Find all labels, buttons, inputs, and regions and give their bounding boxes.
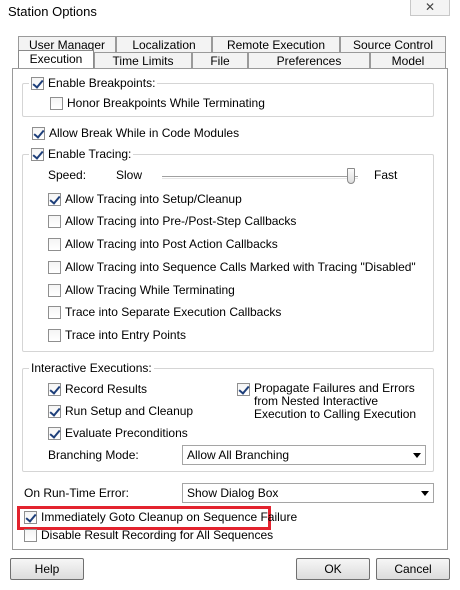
trace-terminating-box[interactable] bbox=[48, 283, 61, 297]
goto-cleanup-checkbox[interactable]: Immediately Goto Cleanup on Sequence Fai… bbox=[24, 510, 297, 524]
branching-mode-select[interactable]: Allow All Branching bbox=[182, 445, 426, 465]
tracing-group: Enable Tracing: bbox=[22, 147, 434, 352]
speed-slider-track[interactable] bbox=[162, 176, 358, 179]
chevron-down-icon bbox=[413, 453, 421, 458]
trace-terminating-label: Allow Tracing While Terminating bbox=[65, 283, 235, 297]
enable-breakpoints-box[interactable] bbox=[31, 76, 44, 90]
trace-option-terminating[interactable]: Allow Tracing While Terminating bbox=[48, 283, 235, 297]
enable-tracing-checkbox[interactable]: Enable Tracing: bbox=[29, 147, 134, 161]
disable-recording-checkbox[interactable]: Disable Result Recording for All Sequenc… bbox=[24, 528, 273, 542]
title-bar: Station Options ✕ bbox=[0, 0, 460, 24]
record-results-label: Record Results bbox=[65, 382, 148, 396]
trace-pre-post-label: Allow Tracing into Pre-/Post-Step Callba… bbox=[65, 214, 297, 228]
trace-entry-points-box[interactable] bbox=[48, 328, 61, 342]
enable-tracing-label: Enable Tracing: bbox=[48, 147, 132, 161]
chevron-down-icon bbox=[421, 491, 429, 496]
cancel-button[interactable]: Cancel bbox=[376, 558, 450, 580]
allow-break-box[interactable] bbox=[32, 126, 45, 140]
window-title: Station Options bbox=[8, 4, 97, 19]
trace-option-entry-points[interactable]: Trace into Entry Points bbox=[48, 328, 186, 342]
trace-option-separate-callbacks[interactable]: Trace into Separate Execution Callbacks bbox=[48, 305, 281, 319]
evaluate-preconditions-label: Evaluate Preconditions bbox=[65, 426, 188, 440]
run-setup-cleanup-label: Run Setup and Cleanup bbox=[65, 404, 194, 418]
trace-option-pre-post[interactable]: Allow Tracing into Pre-/Post-Step Callba… bbox=[48, 214, 296, 228]
record-results-checkbox[interactable]: Record Results bbox=[48, 382, 147, 396]
close-button[interactable]: ✕ bbox=[410, 0, 450, 16]
trace-option-setup-cleanup[interactable]: Allow Tracing into Setup/Cleanup bbox=[48, 192, 242, 206]
speed-label: Speed: bbox=[48, 168, 87, 182]
disable-recording-box[interactable] bbox=[24, 528, 37, 542]
branching-mode-value: Allow All Branching bbox=[187, 448, 290, 462]
trace-post-action-label: Allow Tracing into Post Action Callbacks bbox=[65, 237, 278, 251]
help-button[interactable]: Help bbox=[10, 558, 84, 580]
goto-cleanup-box[interactable] bbox=[24, 510, 37, 524]
honor-breakpoints-box[interactable] bbox=[50, 96, 63, 110]
trace-option-sequence-calls[interactable]: Allow Tracing into Sequence Calls Marked… bbox=[48, 260, 416, 274]
goto-cleanup-label: Immediately Goto Cleanup on Sequence Fai… bbox=[41, 510, 298, 524]
trace-separate-callbacks-box[interactable] bbox=[48, 305, 61, 319]
honor-breakpoints-label: Honor Breakpoints While Terminating bbox=[67, 96, 265, 110]
runtime-error-select[interactable]: Show Dialog Box bbox=[182, 483, 434, 503]
enable-breakpoints-checkbox[interactable]: Enable Breakpoints: bbox=[29, 76, 158, 90]
speed-slow-label: Slow bbox=[116, 168, 143, 182]
trace-separate-callbacks-label: Trace into Separate Execution Callbacks bbox=[65, 305, 282, 319]
trace-setup-cleanup-label: Allow Tracing into Setup/Cleanup bbox=[65, 192, 242, 206]
enable-breakpoints-label: Enable Breakpoints: bbox=[48, 76, 156, 90]
tab-execution[interactable]: Execution bbox=[18, 50, 94, 70]
enable-tracing-box[interactable] bbox=[31, 147, 44, 161]
evaluate-preconditions-box[interactable] bbox=[48, 426, 61, 440]
propagate-failures-label: Propagate Failures and Errors from Neste… bbox=[254, 381, 417, 421]
speed-fast-label: Fast bbox=[374, 168, 398, 182]
allow-break-checkbox[interactable]: Allow Break While in Code Modules bbox=[32, 126, 239, 140]
trace-option-post-action[interactable]: Allow Tracing into Post Action Callbacks bbox=[48, 237, 278, 251]
runtime-error-label: On Run-Time Error: bbox=[24, 486, 129, 500]
evaluate-preconditions-checkbox[interactable]: Evaluate Preconditions bbox=[48, 426, 188, 440]
allow-break-label: Allow Break While in Code Modules bbox=[49, 126, 240, 140]
disable-recording-label: Disable Result Recording for All Sequenc… bbox=[41, 528, 274, 542]
trace-sequence-calls-label: Allow Tracing into Sequence Calls Marked… bbox=[65, 260, 416, 274]
propagate-failures-checkbox[interactable]: Propagate Failures and Errors from Neste… bbox=[237, 382, 427, 421]
close-icon: ✕ bbox=[424, 0, 436, 14]
trace-sequence-calls-box[interactable] bbox=[48, 260, 61, 274]
trace-entry-points-label: Trace into Entry Points bbox=[65, 328, 186, 342]
run-setup-cleanup-box[interactable] bbox=[48, 404, 61, 418]
trace-post-action-box[interactable] bbox=[48, 237, 61, 251]
runtime-error-value: Show Dialog Box bbox=[187, 486, 279, 500]
propagate-failures-box[interactable] bbox=[237, 383, 250, 396]
honor-breakpoints-checkbox[interactable]: Honor Breakpoints While Terminating bbox=[50, 96, 265, 110]
speed-slider-thumb[interactable] bbox=[347, 168, 355, 184]
branching-mode-label: Branching Mode: bbox=[48, 448, 139, 462]
run-setup-cleanup-checkbox[interactable]: Run Setup and Cleanup bbox=[48, 404, 193, 418]
interactive-executions-legend: Interactive Executions: bbox=[29, 361, 154, 375]
trace-setup-cleanup-box[interactable] bbox=[48, 192, 61, 206]
trace-pre-post-box[interactable] bbox=[48, 214, 61, 228]
record-results-box[interactable] bbox=[48, 382, 61, 396]
ok-button[interactable]: OK bbox=[296, 558, 370, 580]
